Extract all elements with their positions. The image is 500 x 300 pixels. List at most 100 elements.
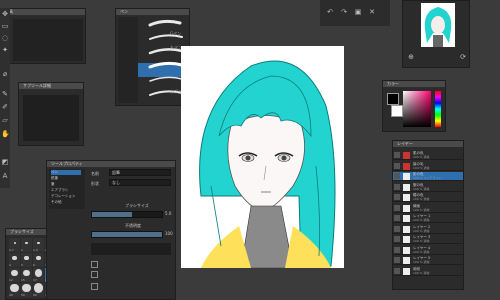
category-item[interactable]: 鉛筆 xyxy=(51,176,58,181)
brush-size-cell[interactable]: 1.5 xyxy=(33,238,44,252)
subtool-title: ペン xyxy=(116,9,189,15)
brush-size-value: 0.7 xyxy=(9,248,14,252)
eyedropper-icon[interactable]: ⌀ xyxy=(1,70,9,78)
eye-icon[interactable] xyxy=(394,204,400,211)
layer-row[interactable]: 肌の色 100 % 通常 xyxy=(393,151,463,160)
hue-slider[interactable] xyxy=(435,91,441,127)
top-toolbar: ↶ ↷ ▣ ✕ xyxy=(320,0,390,26)
subtool-panel: ペン Gペン 丸ペン カブラペン xyxy=(115,8,190,106)
layer-meta: 100 % 通常 xyxy=(413,228,430,233)
tool-panel-title: 道具 xyxy=(1,9,85,15)
eye-icon[interactable] xyxy=(394,267,400,274)
brush-size-dot xyxy=(12,255,17,261)
layer-row[interactable]: 用紙 100 % 通常 xyxy=(393,266,463,276)
brush-size-cell[interactable]: 40 xyxy=(9,283,20,297)
brush-size-value: 40 xyxy=(9,293,13,297)
category-item[interactable]: エアブラシ xyxy=(51,188,68,193)
layer-thumbnail xyxy=(403,236,410,243)
fill-tool-icon[interactable]: ◩ xyxy=(1,158,9,166)
brush-size-cell[interactable]: 60 xyxy=(33,283,44,297)
name-field[interactable]: 鉛筆 xyxy=(109,169,171,176)
eye-icon[interactable] xyxy=(394,152,400,158)
redo-icon[interactable]: ↷ xyxy=(340,8,348,16)
clear-icon[interactable]: ✕ xyxy=(368,8,376,16)
brush-size-cell[interactable]: 50 xyxy=(21,283,32,297)
eye-icon[interactable] xyxy=(394,246,400,253)
checkbox-2[interactable] xyxy=(91,271,98,278)
layer-thumbnail xyxy=(403,162,410,170)
hand-tool-icon[interactable]: ✋ xyxy=(1,130,10,138)
layer-meta: 100 % 通常 xyxy=(413,186,430,191)
layer-thumbnail xyxy=(403,183,410,191)
eye-icon[interactable] xyxy=(394,162,400,169)
brush-size-cell[interactable]: 1 xyxy=(21,238,32,252)
layer-row[interactable]: 影の色 100 % リニアライト xyxy=(393,172,463,181)
checkbox-3[interactable] xyxy=(91,283,98,290)
pen-tool-icon[interactable]: ✎ xyxy=(1,90,9,98)
select-tool-icon[interactable]: ▭ xyxy=(1,22,9,30)
brush-size-cell[interactable]: 0.7 xyxy=(9,238,20,252)
brush-size-dot xyxy=(36,255,41,261)
layer-panel: レイヤー 肌の色 100 % 通常 髪の毛 100 % 通常 影の色 100 % リニアラ… xyxy=(392,140,464,290)
layer-row[interactable]: 線画 100 % 通常 xyxy=(393,203,463,213)
layer-thumbnail xyxy=(403,152,410,159)
eye-icon[interactable] xyxy=(394,194,400,200)
brush-tool-icon[interactable]: ✐ xyxy=(1,103,9,111)
move-tool-icon[interactable]: ✥ xyxy=(1,10,9,18)
category-item[interactable]: その他 xyxy=(51,200,62,205)
layer-thumbnail xyxy=(403,204,410,212)
brush-size-cell[interactable]: 6 xyxy=(33,253,44,267)
layer-row[interactable]: 髪の毛 100 % 通常 xyxy=(393,161,463,171)
layer-row[interactable]: レイヤー 4 100 % 通常 xyxy=(393,245,463,255)
subtool-detail-title: サブツール詳細 xyxy=(19,83,83,89)
eye-icon[interactable] xyxy=(394,215,400,221)
zoom-icon[interactable]: ⊕ xyxy=(407,53,415,61)
canvas[interactable] xyxy=(181,46,344,268)
shape-field[interactable]: なし xyxy=(109,179,171,186)
brush-size-cell[interactable]: 12 xyxy=(9,268,20,282)
checkbox-1[interactable] xyxy=(91,261,98,268)
brush-size-value: 15 xyxy=(21,278,25,282)
wand-tool-icon[interactable]: ✦ xyxy=(1,46,9,54)
undo-icon[interactable]: ↶ xyxy=(326,8,334,16)
text-tool-icon[interactable]: A xyxy=(1,172,9,180)
opacity-label: 不透明度 xyxy=(125,223,141,228)
eye-icon[interactable] xyxy=(394,236,400,242)
layer-row[interactable]: レイヤー 5 100 % 通常 xyxy=(393,256,463,265)
brush-size-value: 4 xyxy=(9,263,11,267)
layer-meta: 100 % 通常 xyxy=(413,165,430,170)
eye-icon[interactable] xyxy=(394,225,400,232)
brush-size-value: 1.5 xyxy=(33,248,38,252)
brush-size-cell[interactable]: 15 xyxy=(21,268,32,282)
tool-panel: 道具 xyxy=(0,8,86,64)
brush-size-cell[interactable]: 4 xyxy=(9,253,20,267)
layer-row[interactable]: レイヤー 3 100 % 通常 xyxy=(393,235,463,244)
bg-color-swatch[interactable] xyxy=(391,105,403,117)
opacity-slider[interactable] xyxy=(91,231,163,238)
eye-icon[interactable] xyxy=(394,173,400,179)
fg-color-swatch[interactable] xyxy=(387,93,399,105)
layer-row[interactable]: レイヤー 1 100 % 通常 xyxy=(393,214,463,223)
layer-row[interactable]: 瞳の色 100 % 通常 xyxy=(393,193,463,202)
eraser-tool-icon[interactable]: ▱ xyxy=(1,116,9,124)
rotate-icon[interactable]: ⟳ xyxy=(459,53,467,61)
eye-icon[interactable] xyxy=(394,183,400,190)
saturation-square[interactable] xyxy=(403,91,431,127)
layer-row[interactable]: レイヤー 2 100 % 通常 xyxy=(393,224,463,234)
layer-meta: 100 % 通常 xyxy=(413,155,430,159)
brush-size-value: 50 xyxy=(21,293,25,297)
lasso-tool-icon[interactable]: ◌ xyxy=(1,34,9,42)
brush-size-dot xyxy=(11,269,18,277)
category-item[interactable]: デコレーション xyxy=(51,194,75,199)
brush-size-cell[interactable]: 17 xyxy=(33,268,44,282)
category-item[interactable]: ペン xyxy=(51,170,81,175)
save-icon[interactable]: ▣ xyxy=(354,8,362,16)
layer-thumbnail xyxy=(403,173,410,180)
brush-size-cell[interactable]: 5 xyxy=(21,253,32,267)
layer-row[interactable]: 服の色 100 % 通常 xyxy=(393,182,463,192)
brush-size-slider[interactable] xyxy=(91,211,163,218)
slider1-value: 5.0 xyxy=(165,211,172,216)
category-list: ペン 鉛筆筆エアブラシ デコレーション その他 xyxy=(49,169,85,209)
eye-icon[interactable] xyxy=(394,257,400,263)
category-item[interactable]: 筆 xyxy=(51,182,55,187)
